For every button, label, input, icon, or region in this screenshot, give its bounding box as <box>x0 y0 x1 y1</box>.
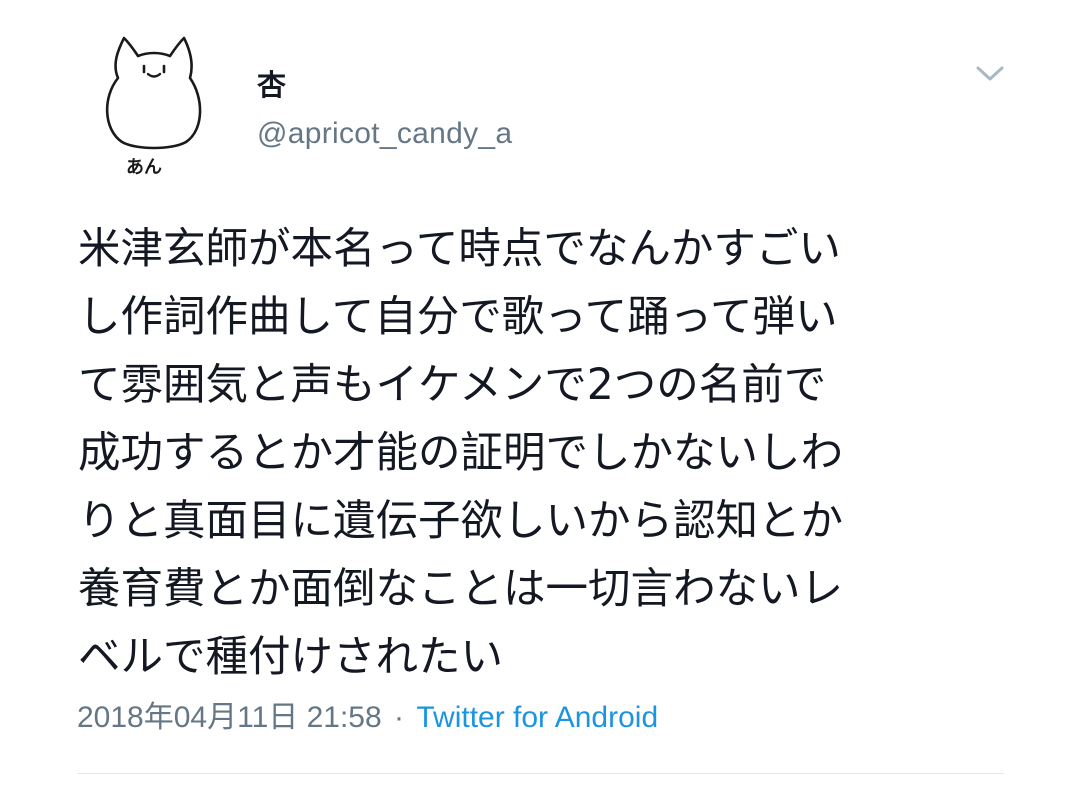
divider <box>77 773 1004 774</box>
meta-separator: · <box>394 701 405 734</box>
tweet-menu-button[interactable] <box>970 58 1010 88</box>
tweet-card: あん 杏 @apricot_candy_a 米津玄師が本名って時点でなんかすごい… <box>0 0 1076 789</box>
avatar[interactable]: あん <box>98 34 210 184</box>
source-link[interactable]: Twitter for Android <box>416 701 658 734</box>
user-handle[interactable]: @apricot_candy_a <box>257 117 512 151</box>
author-block: 杏 @apricot_candy_a <box>257 66 512 151</box>
tweet-meta: 2018年04月11日 21:58 · Twitter for Android <box>77 697 658 739</box>
chevron-down-icon <box>976 66 1004 81</box>
display-name[interactable]: 杏 <box>257 66 512 106</box>
avatar-caption: あん <box>126 157 162 178</box>
timestamp[interactable]: 2018年04月11日 21:58 <box>77 701 382 734</box>
tweet-text: 米津玄師が本名って時点でなんかすごい し作詞作曲して自分で歌って踊って弾い て雰… <box>78 225 844 682</box>
